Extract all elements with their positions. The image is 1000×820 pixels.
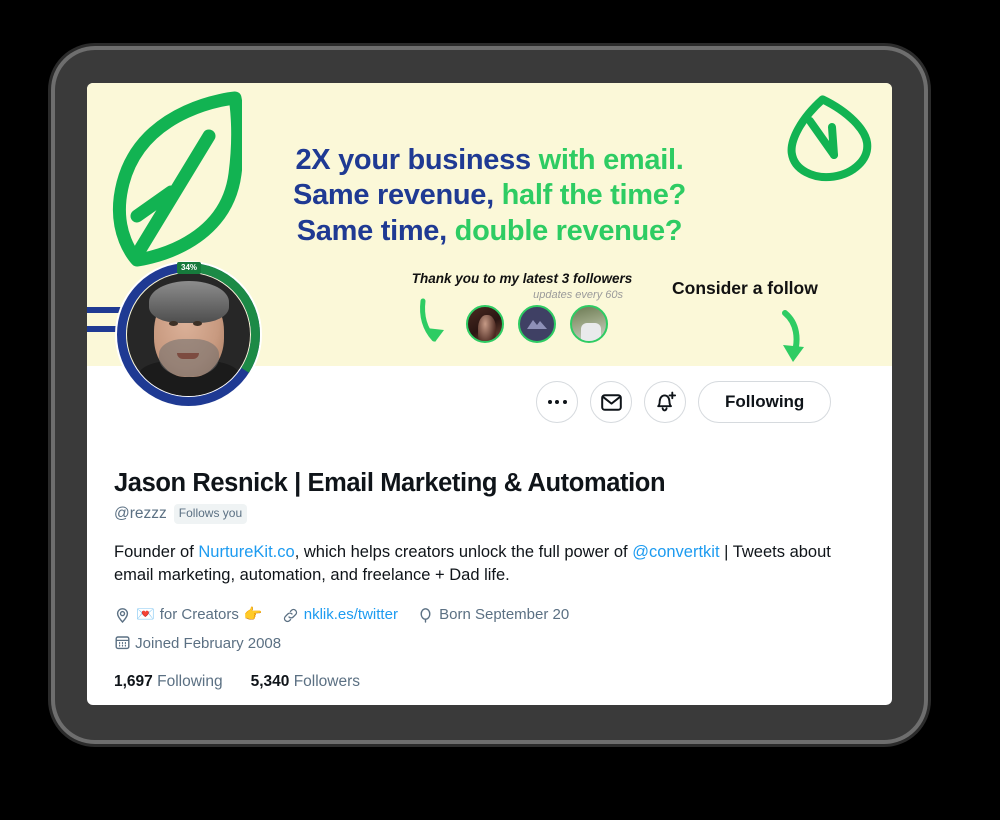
headline-line-3-navy: Same time, (296, 214, 447, 247)
following-stat[interactable]: 1,697 Following (114, 673, 223, 691)
headline-line-2-green: half the time? (501, 179, 687, 212)
headline-line-3: Same time, double revenue? (87, 214, 892, 249)
envelope-icon (600, 393, 622, 411)
link-icon (283, 608, 297, 622)
profile-stats: 1,697 Following 5,340 Followers (114, 673, 854, 691)
bio-text: Founder of NurtureKit.co, which helps cr… (114, 541, 854, 588)
headline-line-1: 2X your business with email. (87, 143, 892, 178)
message-button[interactable] (590, 381, 632, 423)
avatar-mouth (177, 353, 199, 359)
following-button[interactable]: Following (698, 381, 832, 423)
headline-line-2: Same revenue, half the time? (87, 178, 892, 213)
headline-line-3-green: double revenue? (454, 214, 683, 247)
thank-you-title: Thank you to my latest 3 followers (411, 271, 633, 286)
bell-plus-icon (656, 391, 676, 412)
device-screen: 2X your business with email. Same revenu… (87, 83, 892, 705)
avatar[interactable]: 34% (115, 261, 262, 408)
more-icon (547, 400, 567, 404)
birthday-text: Born September 20 (439, 605, 570, 623)
follower-avatar (466, 305, 504, 343)
following-button-label: Following (725, 392, 805, 411)
display-name: Jason Resnick | Email Marketing & Automa… (114, 469, 666, 497)
profile-info: Jason Resnick | Email Marketing & Automa… (114, 469, 854, 691)
headline-line-1-navy: 2X your business (295, 144, 531, 176)
bio-link-convertkit[interactable]: @convertkit (632, 543, 719, 561)
balloon-icon (420, 607, 431, 623)
bio-part-2: , which helps creators unlock the full p… (294, 542, 633, 561)
headline-line-2-navy: Same revenue, (293, 179, 494, 212)
notify-button[interactable] (644, 381, 686, 423)
pointing-hand-emoji: 👉 (243, 605, 263, 623)
headline-line-1-green: with email. (538, 144, 684, 176)
calendar-icon (115, 636, 130, 650)
arrow-down-icon (782, 310, 804, 362)
banner-headline: 2X your business with email. Same revenu… (87, 143, 892, 249)
location-pin-icon (116, 607, 129, 623)
joined-text: Joined February 2008 (135, 635, 282, 653)
device-frame: 2X your business with email. Same revenu… (55, 50, 924, 740)
joined-item: Joined February 2008 (114, 632, 839, 657)
arrow-down-icon (420, 298, 444, 342)
love-letter-emoji: 💌 (136, 605, 155, 623)
avatar-progress-badge: 34% (177, 262, 202, 274)
follower-avatar (518, 305, 556, 343)
location-item: 💌 for Creators 👉 (114, 603, 263, 628)
following-stat-label: Following (157, 673, 223, 691)
more-options-button[interactable] (536, 381, 578, 423)
handle-row: @rezzz Follows you (114, 504, 854, 524)
bio-link-nurturekit[interactable]: NurtureKit.co (198, 543, 294, 561)
followers-stat-label: Followers (293, 673, 361, 691)
following-count: 1,697 (114, 673, 153, 691)
followers-stat[interactable]: 5,340 Followers (251, 673, 360, 691)
location-text: for Creators (159, 605, 239, 623)
followers-count: 5,340 (250, 673, 290, 691)
website-link[interactable]: nklik.es/twitter (304, 603, 398, 628)
profile-actions: Following (536, 381, 832, 423)
profile-metadata: 💌 for Creators 👉 nklik.es/twitter Born S… (114, 603, 854, 657)
birthday-item: Born September 20 (417, 603, 569, 628)
bio-part-1: Founder of (114, 542, 199, 561)
user-handle: @rezzz (114, 504, 167, 522)
avatar-eye-right (193, 321, 202, 326)
avatar-photo (127, 273, 250, 396)
mountain-icon (527, 320, 547, 329)
consider-follow-text: Consider a follow (672, 278, 818, 298)
avatar-eye-left (169, 321, 178, 326)
avatar-hair (149, 281, 229, 323)
follower-avatar (570, 305, 608, 343)
follows-you-badge: Follows you (173, 504, 248, 524)
website-item[interactable]: nklik.es/twitter (282, 603, 398, 628)
